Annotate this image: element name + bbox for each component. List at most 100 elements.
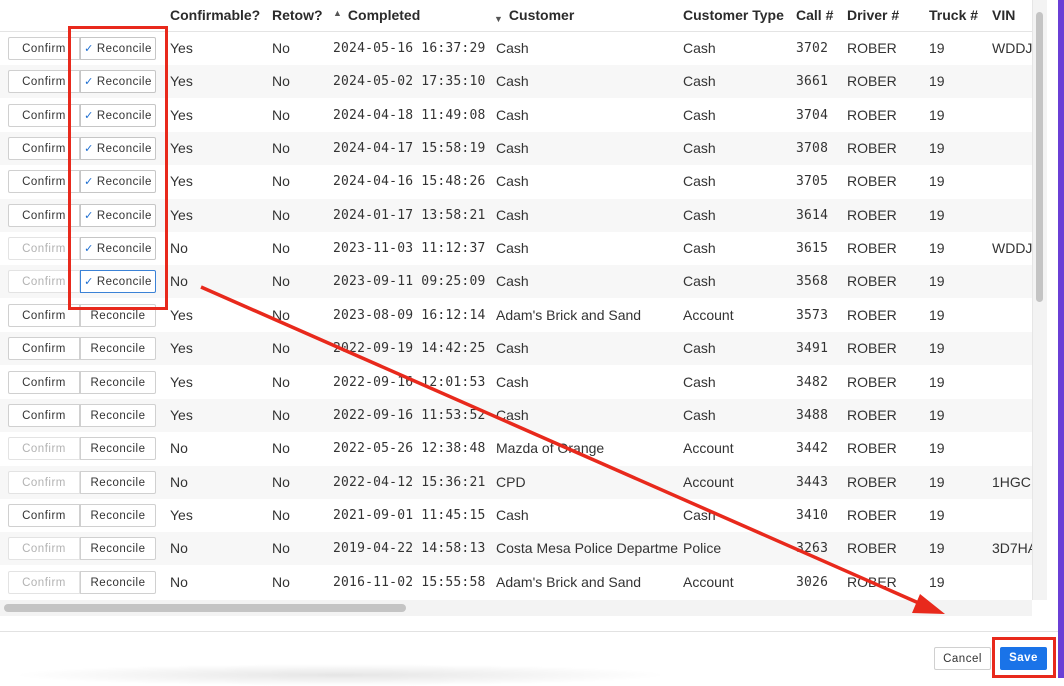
reconcile-button[interactable]: Reconcile (80, 537, 156, 561)
cell-truck: 19 (929, 506, 945, 523)
cell-confirmable: Yes (170, 73, 193, 90)
cell-vin (992, 65, 1032, 98)
confirm-button[interactable]: Confirm (8, 403, 80, 427)
table-row[interactable]: Confirm Reconcile No No 2022-04-12 15:36:21 C… (0, 465, 1032, 499)
column-header-truck[interactable]: Truck # (929, 0, 978, 31)
confirm-button[interactable]: Confirm (8, 470, 80, 494)
reconcile-button[interactable]: Reconcile (80, 470, 156, 494)
cell-customer-type: Police (683, 540, 722, 557)
cell-vin (992, 199, 1032, 232)
table-row[interactable]: Confirm Reconcile Yes No 2021-09-01 11:45:15… (0, 499, 1032, 532)
cell-customer: Cash (496, 106, 529, 123)
horizontal-scrollbar-thumb[interactable] (4, 604, 406, 612)
cell-customer: Costa Mesa Police Departme (496, 540, 678, 557)
cell-driver: ROBER (847, 40, 897, 56)
table-row[interactable]: Confirm Reconcile Yes No 2022-09-16 12:01:53… (0, 366, 1032, 399)
cell-completed: 2024-05-02 17:35:10 (333, 74, 486, 90)
reconcile-button-label: Reconcile (90, 576, 146, 589)
column-header-vin[interactable]: VIN (992, 0, 1015, 31)
horizontal-scrollbar[interactable] (0, 600, 1032, 616)
cancel-button[interactable]: Cancel (934, 647, 991, 670)
cell-customer: Cash (496, 240, 529, 257)
reconcile-button-label: Reconcile (90, 343, 146, 356)
reconcile-button[interactable]: Reconcile (80, 403, 156, 427)
cell-confirmable: Yes (170, 206, 193, 223)
cell-call: 3705 (796, 174, 829, 190)
cell-completed: 2022-04-12 15:36:21 (333, 474, 486, 490)
table-row[interactable]: Confirm Reconcile Yes No 2022-09-16 11:53:52… (0, 398, 1032, 432)
cell-vin (992, 265, 1032, 298)
cell-vin (992, 432, 1032, 465)
cell-truck: 19 (929, 406, 945, 423)
cell-confirmable: No (170, 573, 188, 590)
table-row[interactable]: Confirm Reconcile No No 2016-11-02 15:55:58 A… (0, 566, 1032, 599)
reconcile-button-label: Reconcile (90, 476, 146, 489)
cell-truck: 19 (929, 40, 945, 56)
column-header-completed[interactable]: ▲ Completed (333, 0, 420, 31)
reconcile-button-label: Reconcile (90, 543, 146, 556)
cell-truck: 19 (929, 173, 945, 190)
cell-vin (992, 399, 1032, 432)
reconcile-button-label: Reconcile (90, 509, 146, 522)
confirm-button[interactable]: Confirm (8, 570, 80, 594)
cell-confirmable: Yes (170, 106, 193, 123)
vertical-scrollbar[interactable] (1032, 0, 1047, 600)
sort-ascending-icon: ▲ (333, 8, 342, 18)
cell-retow: No (272, 440, 290, 457)
cell-customer: Adam's Brick and Sand (496, 573, 642, 590)
confirm-button[interactable]: Confirm (8, 337, 80, 361)
column-header-confirmable[interactable]: Confirmable? (170, 0, 260, 31)
confirm-button[interactable]: Confirm (8, 437, 80, 461)
cell-customer-type: Cash (683, 273, 716, 290)
cell-call: 3491 (796, 341, 829, 357)
reconcile-button[interactable]: Reconcile (80, 370, 156, 394)
reconcile-button[interactable]: Reconcile (80, 337, 156, 361)
table-row[interactable]: Confirm Reconcile No No 2022-05-26 12:38:48 M… (0, 432, 1032, 465)
column-header-customer-type[interactable]: Customer Type (683, 0, 784, 31)
cell-customer-type: Account (683, 473, 734, 490)
cell-truck: 19 (929, 240, 945, 257)
cell-customer-type: Cash (683, 173, 716, 190)
cell-customer: Mazda of Orange (496, 440, 605, 457)
cell-driver: ROBER (847, 540, 897, 557)
confirm-button[interactable]: Confirm (8, 370, 80, 394)
cell-call: 3704 (796, 107, 829, 123)
vertical-scrollbar-thumb[interactable] (1036, 12, 1043, 302)
cell-retow: No (272, 273, 290, 290)
table-row[interactable]: Confirm Reconcile Yes No 2022-09-19 14:42:25… (0, 332, 1032, 366)
cell-completed: 2019-04-22 14:58:13 (333, 541, 486, 557)
footer-shadow (10, 664, 670, 686)
cell-customer-type: Cash (683, 506, 716, 523)
cell-customer-type: Account (683, 573, 734, 590)
column-header-driver[interactable]: Driver # (847, 0, 899, 31)
reconcile-button[interactable]: Reconcile (80, 570, 156, 594)
confirm-button[interactable]: Confirm (8, 537, 80, 561)
cell-retow: No (272, 540, 290, 557)
column-header-customer[interactable]: ▼ Customer (494, 0, 574, 31)
cell-customer-type: Cash (683, 406, 716, 423)
cell-completed: 2016-11-02 15:55:58 (333, 574, 486, 590)
cell-truck: 19 (929, 306, 945, 323)
cell-customer-type: Cash (683, 373, 716, 390)
cell-vin (992, 132, 1032, 165)
cell-completed: 2021-09-01 11:45:15 (333, 507, 486, 523)
reconcile-column-highlight (68, 26, 168, 310)
cell-truck: 19 (929, 140, 945, 157)
column-header-call[interactable]: Call # (796, 0, 833, 31)
table-row[interactable]: Confirm Reconcile No No 2019-04-22 14:58:13 C… (0, 532, 1032, 566)
cell-customer: Cash (496, 506, 529, 523)
cell-driver: ROBER (847, 406, 897, 423)
cell-confirmable: No (170, 540, 188, 557)
cell-retow: No (272, 306, 290, 323)
cell-retow: No (272, 340, 290, 357)
confirm-button[interactable]: Confirm (8, 503, 80, 527)
column-header-retow[interactable]: Retow? (272, 0, 323, 31)
cell-call: 3442 (796, 441, 829, 457)
cell-confirmable: Yes (170, 506, 193, 523)
cell-truck: 19 (929, 573, 945, 590)
reconcile-button[interactable]: Reconcile (80, 437, 156, 461)
cell-driver: ROBER (847, 340, 897, 357)
cell-driver: ROBER (847, 306, 897, 323)
cell-customer: Cash (496, 273, 529, 290)
reconcile-button[interactable]: Reconcile (80, 503, 156, 527)
